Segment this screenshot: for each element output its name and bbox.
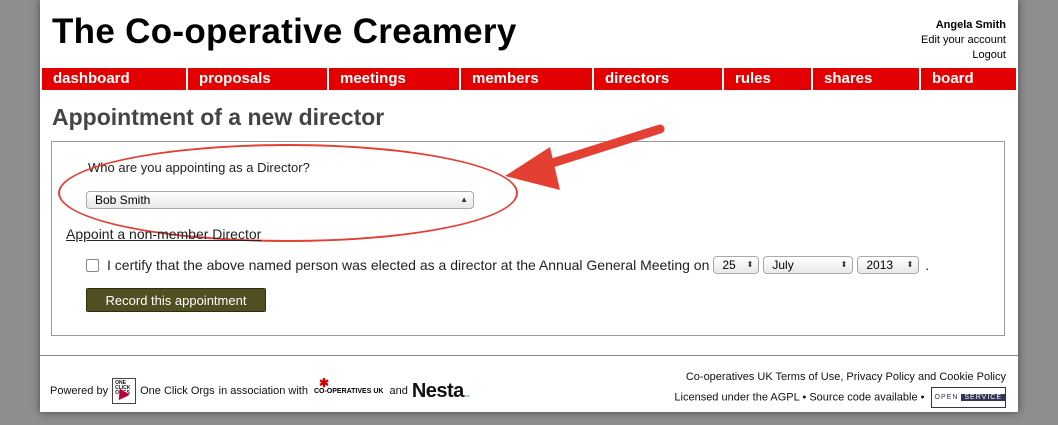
nav-shares[interactable]: shares [813,68,921,90]
month-select[interactable]: July ⬍ [763,256,854,274]
member-select[interactable]: Bob Smith ▲ [86,191,474,209]
terms-prefix: Co-operatives UK [685,371,773,383]
nav-members[interactable]: members [461,68,594,90]
certify-text: I certify that the above named person wa… [107,257,710,273]
association-text: in association with [218,385,308,397]
license-text: Licensed under the AGPL [674,391,800,404]
logout-link[interactable]: Logout [921,48,1006,63]
nav-meetings[interactable]: meetings [329,68,461,90]
nav-board[interactable]: board [921,68,1016,90]
year-select[interactable]: 2013 ⬍ [857,256,920,274]
nav-directors[interactable]: directors [594,68,724,90]
nav-proposals[interactable]: proposals [188,68,329,90]
appointment-form: Who are you appointing as a Director? Bo… [51,141,1005,336]
day-select-value: 25 [722,258,736,272]
footer-credits: Powered by ONE CLICK ORGS One Click Orgs… [50,376,470,404]
nav-dashboard[interactable]: dashboard [42,68,188,90]
source-code-link[interactable]: Source code available [809,391,917,403]
day-select-arrows-icon: ⬍ [746,260,754,269]
year-select-arrows-icon: ⬍ [906,260,914,269]
non-member-director-link[interactable]: Appoint a non-member Director [66,226,261,242]
footer: Powered by ONE CLICK ORGS One Click Orgs… [40,355,1018,413]
year-select-value: 2013 [866,258,894,272]
one-click-orgs-name[interactable]: One Click Orgs [140,385,215,397]
main-nav: dashboard proposals meetings members dir… [42,68,1016,90]
user-box: Angela Smith Edit your account Logout [921,18,1006,63]
site-title: The Co-operative Creamery [52,12,517,51]
nav-rules[interactable]: rules [724,68,813,90]
edit-account-link[interactable]: Edit your account [921,33,1006,48]
certify-checkbox[interactable] [86,258,99,272]
open-service-badge[interactable]: OPEN SERVICE [930,387,1006,408]
cooperatives-uk-logo[interactable]: ✱ CO-OPERATIVES UK [314,376,384,395]
page-heading: Appointment of a new director [52,104,385,130]
day-select[interactable]: 25 ⬍ [713,256,760,274]
and-text: and [389,385,408,397]
user-name: Angela Smith [935,19,1006,31]
powered-by-text: Powered by [50,385,109,397]
certify-row: I certify that the above named person wa… [86,256,929,274]
month-select-value: July [772,258,794,272]
month-select-arrows-icon: ⬍ [840,260,848,269]
footer-legal: Co-operatives UK Terms of Use, Privacy P… [674,368,1006,408]
record-appointment-button[interactable]: Record this appointment [86,288,266,312]
one-click-orgs-logo[interactable]: ONE CLICK ORGS [112,378,137,404]
page: The Co-operative Creamery Angela Smith E… [40,0,1018,412]
certify-period: . [925,257,930,273]
terms-link[interactable]: Terms of Use, Privacy Policy and Cookie … [776,371,1006,383]
select-arrows-icon: ▲ [460,195,468,204]
nesta-logo[interactable]: Nesta.. [412,380,470,403]
member-select-value: Bob Smith [95,193,151,207]
director-question-label: Who are you appointing as a Director? [88,160,310,175]
